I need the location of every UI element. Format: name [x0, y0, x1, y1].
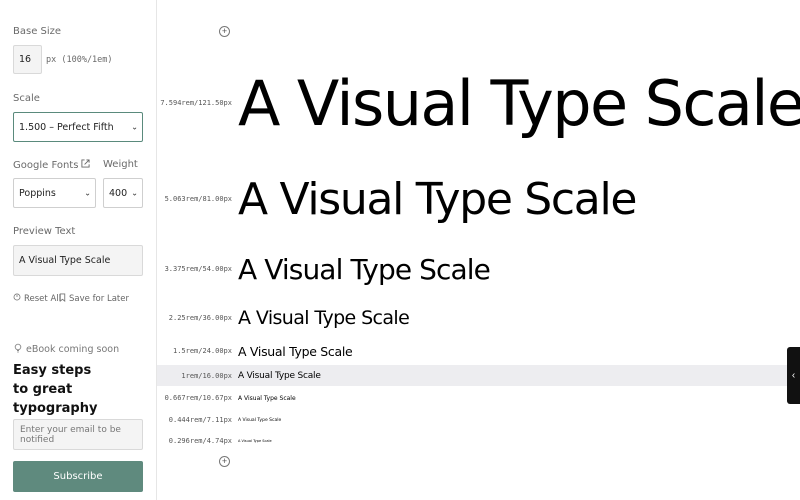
scale-size-label: 1.5rem/24.00px [172, 347, 232, 355]
weight-select[interactable]: 400 ⌄ [103, 178, 143, 208]
scale-sample-text: A Visual Type Scale [238, 252, 491, 286]
scale-row: 5.063rem/81.00px A Visual Type Scale [157, 169, 787, 229]
chevron-down-icon: ⌄ [131, 188, 138, 198]
save-for-later-label: Save for Later [69, 294, 129, 304]
scale-size-label: 2.25rem/36.00px [168, 314, 232, 322]
email-input[interactable]: Enter your email to be notified [13, 419, 143, 450]
scale-sample-text: A Visual Type Scale [238, 343, 353, 359]
lightbulb-icon [13, 343, 23, 356]
scale-label: Scale [13, 93, 40, 104]
base-size-unit: px (100%/1em) [46, 55, 113, 65]
subscribe-button[interactable]: Subscribe [13, 461, 143, 492]
chevron-down-icon: ⌄ [84, 188, 91, 198]
chevron-left-icon[interactable]: ‹ [787, 347, 800, 404]
bookmark-icon [59, 293, 66, 305]
scale-size-label: 7.594rem/121.50px [160, 99, 232, 107]
ebook-title-line-1: Easy steps [13, 363, 92, 378]
weight-label: Weight [103, 159, 138, 170]
scale-row-base: 1rem/16.00px A Visual Type Scale [157, 365, 787, 386]
chevron-down-icon: ⌄ [131, 122, 138, 132]
reset-icon [13, 293, 21, 304]
plus-circle-icon[interactable]: + [219, 26, 230, 37]
reset-all-button[interactable]: Reset All [13, 293, 61, 304]
scale-sample-text: A Visual Type Scale [238, 307, 410, 329]
external-link-icon[interactable] [81, 159, 90, 171]
font-select-value: Poppins [19, 187, 56, 199]
scale-row: 0.296rem/4.74px A Visual Type Scale [157, 434, 787, 448]
ebook-tag-text: eBook coming soon [26, 344, 120, 355]
scale-row: 3.375rem/54.00px A Visual Type Scale [157, 250, 787, 288]
ebook-title: Easy steps to great typography [13, 361, 153, 418]
scale-select[interactable]: 1.500 – Perfect Fifth ⌄ [13, 112, 143, 142]
preview-text-input[interactable]: A Visual Type Scale [13, 245, 143, 276]
weight-select-value: 400 [109, 187, 128, 199]
scale-row: 0.667rem/10.67px A Visual Type Scale [157, 390, 787, 406]
fonts-label: Google Fonts [13, 159, 90, 171]
scale-size-label: 0.667rem/10.67px [164, 394, 232, 402]
scale-row: 0.444rem/7.11px A Visual Type Scale [157, 413, 787, 427]
scale-size-label: 5.063rem/81.00px [164, 195, 232, 203]
scale-sample-text: A Visual Type Scale [238, 66, 800, 140]
scale-size-label: 0.296rem/4.74px [168, 437, 232, 445]
preview-text-label: Preview Text [13, 226, 76, 237]
reset-all-label: Reset All [24, 293, 61, 304]
scale-sample-text: A Visual Type Scale [238, 417, 282, 423]
scale-size-label: 0.444rem/7.11px [168, 416, 232, 424]
ebook-title-line-2: to great typography [13, 382, 98, 416]
scale-row: 7.594rem/121.50px A Visual Type Scale [157, 57, 800, 149]
scale-row: 2.25rem/36.00px A Visual Type Scale [157, 305, 787, 331]
scale-row: 1.5rem/24.00px A Visual Type Scale [157, 341, 787, 361]
font-select[interactable]: Poppins ⌄ [13, 178, 96, 208]
fonts-label-text: Google Fonts [13, 159, 79, 171]
scale-sample-text: A Visual Type Scale [238, 173, 637, 225]
plus-circle-icon[interactable]: + [219, 456, 230, 467]
base-size-label: Base Size [13, 26, 62, 37]
scale-size-label: 3.375rem/54.00px [164, 265, 232, 273]
scale-size-label: 1rem/16.00px [181, 371, 232, 380]
scale-sample-text: A Visual Type Scale [238, 394, 296, 402]
settings-sidebar: Base Size 16 px (100%/1em) Scale 1.500 –… [0, 0, 157, 500]
base-size-input[interactable]: 16 [13, 45, 42, 74]
save-for-later-button[interactable]: Save for Later [59, 293, 129, 305]
scale-select-value: 1.500 – Perfect Fifth [19, 121, 114, 133]
ebook-tag: eBook coming soon [13, 343, 119, 356]
scale-sample-text: A Visual Type Scale [238, 439, 272, 443]
scale-sample-text: A Visual Type Scale [238, 370, 321, 381]
